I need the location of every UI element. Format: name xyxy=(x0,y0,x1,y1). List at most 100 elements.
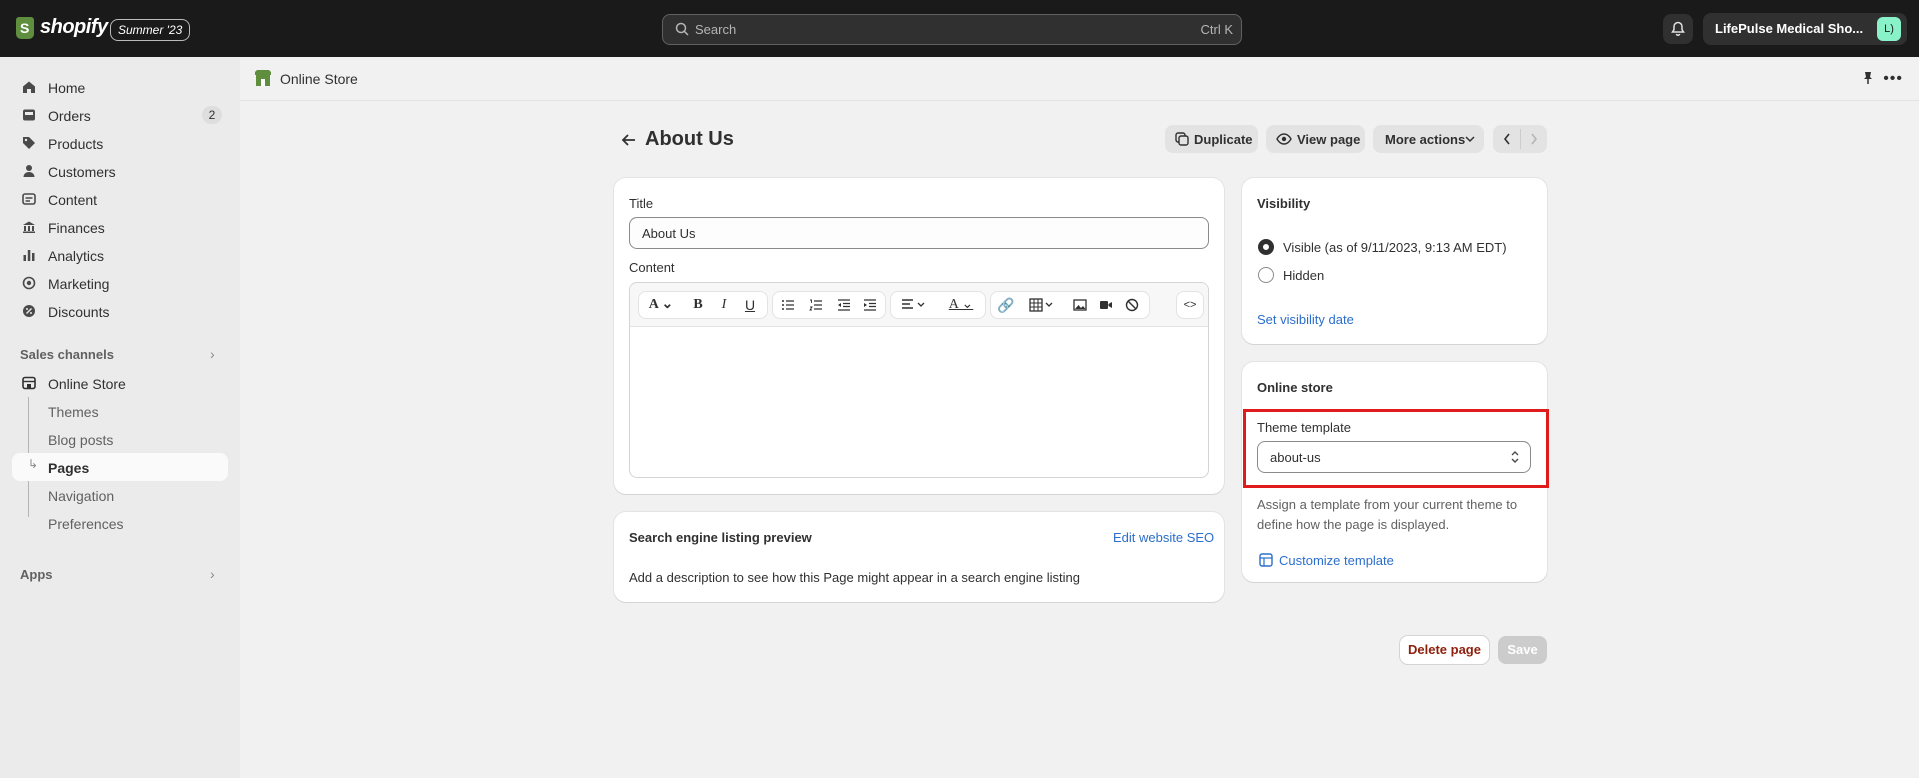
save-button[interactable]: Save xyxy=(1498,636,1547,664)
clear-format-icon[interactable] xyxy=(1119,292,1145,318)
chevron-right-icon[interactable]: › xyxy=(210,346,215,362)
table-icon[interactable] xyxy=(1021,292,1063,318)
shopify-logo[interactable]: shopify xyxy=(16,16,108,39)
top-bar: shopify Summer '23 Search Ctrl K LifePul… xyxy=(0,0,1919,57)
back-arrow-icon[interactable] xyxy=(619,130,639,150)
bank-icon xyxy=(23,221,35,233)
sidebar-item-label: Preferences xyxy=(48,516,124,532)
sidebar-item-content[interactable]: Content xyxy=(12,185,228,213)
hidden-label: Hidden xyxy=(1283,268,1325,283)
bold-icon[interactable]: B xyxy=(685,292,711,318)
pin-icon[interactable] xyxy=(1861,71,1875,85)
outdent-icon[interactable] xyxy=(831,292,857,318)
sidebar-item-pages[interactable]: ↳ Pages xyxy=(12,453,228,481)
sidebar-item-label: Marketing xyxy=(48,276,110,292)
more-options-icon[interactable]: ••• xyxy=(1883,70,1903,88)
sidebar-item-marketing[interactable]: Marketing xyxy=(12,269,228,297)
orders-icon xyxy=(23,109,35,121)
sidebar-item-label: Orders xyxy=(48,108,91,124)
online-store-icon xyxy=(255,70,271,86)
apps-header[interactable]: Apps xyxy=(20,567,53,582)
sidebar-item-blog-posts[interactable]: Blog posts xyxy=(12,425,228,453)
sidebar-item-orders[interactable]: Orders 2 xyxy=(12,101,228,129)
numbered-list-icon[interactable] xyxy=(803,292,829,318)
visibility-heading: Visibility xyxy=(1257,196,1311,211)
chevron-right-icon[interactable]: › xyxy=(210,566,215,582)
code-view-icon[interactable]: <> xyxy=(1177,292,1203,318)
customize-icon xyxy=(1259,553,1273,567)
customize-template-link[interactable]: Customize template xyxy=(1279,553,1394,568)
chevron-left-icon[interactable] xyxy=(1502,132,1512,146)
sidebar-item-finances[interactable]: Finances xyxy=(12,213,228,241)
image-icon[interactable] xyxy=(1067,292,1093,318)
sidebar-item-label: Blog posts xyxy=(48,432,114,448)
sidebar-item-navigation[interactable]: Navigation xyxy=(12,481,228,509)
pagination xyxy=(1493,125,1547,153)
delete-page-button[interactable]: Delete page xyxy=(1400,636,1489,664)
more-actions-button[interactable]: More actions xyxy=(1373,125,1484,153)
video-icon[interactable] xyxy=(1093,292,1119,318)
title-field[interactable]: About Us xyxy=(629,217,1209,249)
sidebar-item-analytics[interactable]: Analytics xyxy=(12,241,228,269)
sidebar-item-products[interactable]: Products xyxy=(12,129,228,157)
target-icon xyxy=(22,276,36,290)
sidebar-item-discounts[interactable]: Discounts xyxy=(12,297,228,325)
set-visibility-date-link[interactable]: Set visibility date xyxy=(1257,312,1354,327)
italic-icon[interactable]: I xyxy=(711,292,737,318)
sidebar: Home Orders 2 Products Customers Content… xyxy=(0,57,240,778)
store-icon xyxy=(22,376,36,390)
sidebar-item-online-store[interactable]: Online Store xyxy=(12,369,228,397)
sidebar-item-label: Analytics xyxy=(48,248,105,264)
sidebar-item-label: Finances xyxy=(48,220,105,236)
sidebar-item-label: Pages xyxy=(48,460,90,476)
visible-radio[interactable] xyxy=(1258,239,1274,255)
sidebar-item-home[interactable]: Home xyxy=(12,73,228,101)
text-color-button[interactable]: A ⌄ xyxy=(939,292,983,318)
duplicate-button[interactable]: Duplicate xyxy=(1165,125,1258,153)
tree-branch-icon: ↳ xyxy=(28,457,39,471)
alignment-group: A ⌄ xyxy=(890,291,986,319)
seo-heading: Search engine listing preview xyxy=(629,530,812,545)
tag-icon xyxy=(23,137,35,149)
search-shortcut: Ctrl K xyxy=(1200,22,1234,37)
divider xyxy=(1520,129,1521,149)
brand-name: shopify xyxy=(40,16,108,38)
store-menu-button[interactable]: LifePulse Medical Sho... L) xyxy=(1703,13,1907,45)
title-value: About Us xyxy=(642,226,696,241)
sales-channels-header[interactable]: Sales channels xyxy=(20,347,114,362)
duplicate-label: Duplicate xyxy=(1194,132,1253,147)
edit-seo-link[interactable]: Edit website SEO xyxy=(1113,530,1214,545)
bar-chart-icon xyxy=(23,250,35,261)
notifications-button[interactable] xyxy=(1663,14,1693,44)
editor-toolbar: A ⌄ B I U A ⌄ 🔗 <> xyxy=(630,283,1208,327)
person-icon xyxy=(23,165,35,177)
edition-badge: Summer '23 xyxy=(110,19,191,41)
search-input[interactable]: Search Ctrl K xyxy=(662,14,1242,45)
rich-text-editor[interactable]: A ⌄ B I U A ⌄ 🔗 <> xyxy=(629,282,1209,478)
underline-icon[interactable]: U xyxy=(737,292,763,318)
search-placeholder: Search xyxy=(695,22,737,37)
sidebar-item-label: Themes xyxy=(48,404,99,420)
text-style-button[interactable]: A ⌄ xyxy=(641,292,681,318)
more-actions-label: More actions xyxy=(1385,132,1466,147)
sidebar-item-label: Navigation xyxy=(48,488,115,504)
shopify-bag-icon xyxy=(16,16,34,39)
visible-label: Visible (as of 9/11/2023, 9:13 AM EDT) xyxy=(1283,240,1507,255)
chevron-right-icon[interactable] xyxy=(1529,132,1539,146)
align-left-icon[interactable] xyxy=(893,292,935,318)
content-icon xyxy=(22,193,36,205)
view-page-button[interactable]: View page xyxy=(1266,125,1365,153)
hidden-radio[interactable] xyxy=(1258,267,1274,283)
search-icon xyxy=(675,22,689,36)
indent-icon[interactable] xyxy=(857,292,883,318)
link-icon[interactable]: 🔗 xyxy=(993,292,1019,318)
sidebar-item-customers[interactable]: Customers xyxy=(12,157,228,185)
sidebar-item-themes[interactable]: Themes xyxy=(12,397,228,425)
breadcrumb-label[interactable]: Online Store xyxy=(280,71,358,87)
chevron-down-icon xyxy=(1465,136,1475,143)
orders-count-badge: 2 xyxy=(202,106,222,124)
bullet-list-icon[interactable] xyxy=(775,292,801,318)
sidebar-item-preferences[interactable]: Preferences xyxy=(12,509,228,537)
store-name: LifePulse Medical Sho... xyxy=(1715,21,1864,36)
template-help-text: Assign a template from your current them… xyxy=(1257,497,1518,532)
